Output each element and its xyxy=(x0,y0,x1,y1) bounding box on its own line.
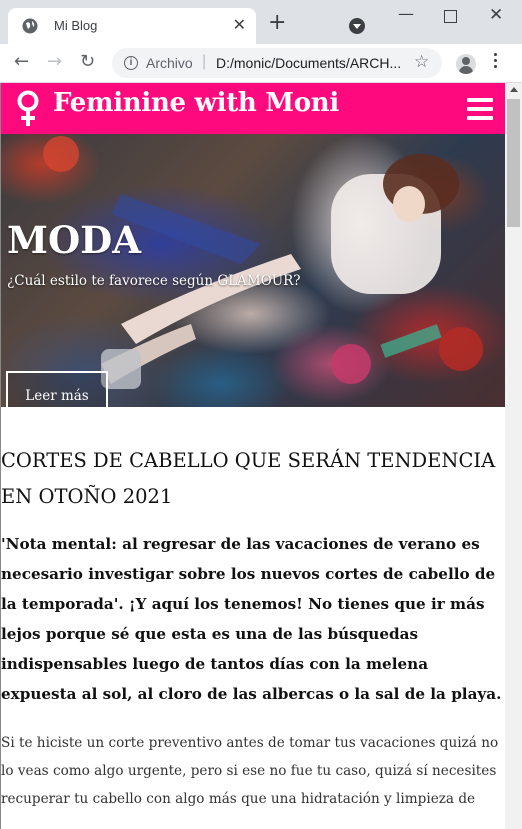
forward-icon[interactable]: → xyxy=(47,52,62,72)
address-url[interactable]: D:/monic/Documents/ARCH... xyxy=(216,55,401,71)
scroll-up-icon[interactable] xyxy=(510,87,518,92)
browser-toolbar: ← → ↻ i Archivo | D:/monic/Documents/ARC… xyxy=(0,44,522,83)
article-lead: 'Nota mental: al regresar de las vacacio… xyxy=(1,535,502,703)
page-scrollbar[interactable] xyxy=(505,83,522,829)
back-icon[interactable]: ← xyxy=(14,52,29,72)
hero-image xyxy=(43,136,483,389)
menu-icon[interactable] xyxy=(494,53,498,71)
article-title: CORTES DE CABELLO QUE SERÁN TENDENCIA EN… xyxy=(1,449,496,508)
address-label: Archivo xyxy=(146,55,193,71)
star-icon[interactable]: ☆ xyxy=(414,52,429,72)
address-separator: | xyxy=(202,53,207,70)
site-brand-name[interactable]: Feminine with Moni xyxy=(53,88,339,118)
reload-icon[interactable]: ↻ xyxy=(80,52,95,72)
hero-subtitle: ¿Cuál estilo te favorece según GLAMOUR? xyxy=(7,273,301,289)
plus-icon[interactable]: + xyxy=(268,12,286,34)
browser-tab[interactable]: Mi Blog ✕ xyxy=(8,8,256,44)
browser-tab-bar: Mi Blog ✕ + — ✕ xyxy=(0,0,522,44)
hamburger-menu-icon[interactable] xyxy=(467,98,493,125)
article: CORTES DE CABELLO QUE SERÁN TENDENCIA EN… xyxy=(1,443,505,813)
hero-banner: MODA ¿Cuál estilo te favorece según GLAM… xyxy=(1,134,505,407)
maximize-icon[interactable] xyxy=(444,10,457,23)
venus-icon xyxy=(17,90,39,126)
hero-title: MODA xyxy=(7,218,141,262)
web-page: Feminine with Moni MODA ¿Cuál estilo te … xyxy=(0,83,505,829)
article-body: Si te hiciste un corte preventivo antes … xyxy=(1,735,499,807)
read-more-button[interactable]: Leer más xyxy=(6,371,108,407)
tab-search-icon[interactable] xyxy=(349,18,365,34)
address-bar[interactable]: i Archivo | D:/monic/Documents/ARCH... ☆ xyxy=(112,48,442,78)
window-close-icon[interactable]: ✕ xyxy=(489,5,503,25)
site-header: Feminine with Moni xyxy=(1,83,505,134)
info-icon[interactable]: i xyxy=(124,56,138,70)
close-icon[interactable]: ✕ xyxy=(233,16,246,34)
scrollbar-thumb[interactable] xyxy=(507,99,520,227)
globe-icon xyxy=(22,18,38,34)
tab-title: Mi Blog xyxy=(54,18,98,33)
minimize-icon[interactable]: — xyxy=(398,4,414,23)
profile-icon[interactable] xyxy=(456,54,476,74)
